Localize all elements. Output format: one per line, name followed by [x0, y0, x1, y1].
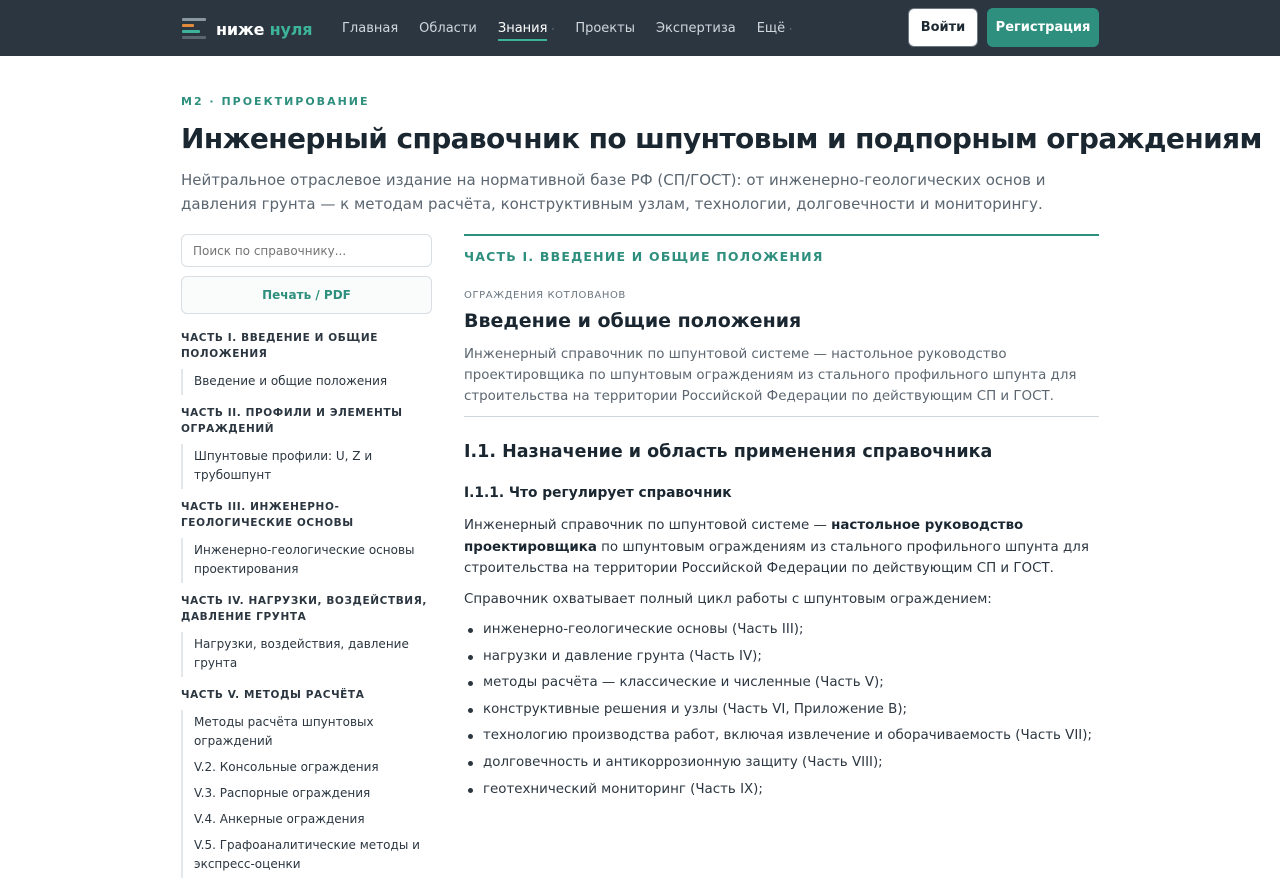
nav-item-label: Знания	[497, 20, 548, 41]
nav-item-label: Ещё	[756, 20, 786, 36]
nav-item-label: Главная	[342, 20, 399, 36]
section-lead: Инженерный справочник по шпунтовой систе…	[464, 347, 1077, 404]
list-item: конструктивные решения и узлы (Часть VI,…	[464, 697, 1099, 724]
section-kicker: ОГРАЖДЕНИЯ КОТЛОВАНОВ	[464, 290, 626, 301]
list-item: технологию производства работ, включая и…	[464, 723, 1099, 750]
toc-part-heading[interactable]: ЧАСТЬ II. ПРОФИЛИ И ЭЛЕМЕНТЫ ОГРАЖДЕНИЙ	[181, 405, 437, 437]
toc-link[interactable]: Введение и общие положения	[181, 369, 437, 395]
table-of-contents: ЧАСТЬ I. ВВЕДЕНИЕ И ОБЩИЕ ПОЛОЖЕНИЯ Введе…	[181, 330, 437, 888]
site-logo[interactable]: ниже нуля	[182, 18, 313, 40]
divider	[464, 416, 1099, 417]
logo-word-2: нуля	[269, 19, 313, 39]
coverage-list: инженерно-геологические основы (Часть II…	[464, 617, 1099, 803]
toc-link[interactable]: V.3. Распорные ограждения	[181, 781, 437, 807]
list-item: инженерно-геологические основы (Часть II…	[464, 617, 1099, 644]
nav-item-label: Проекты	[575, 20, 635, 36]
toc-link[interactable]: V.5. Графоаналитические методы и экспрес…	[181, 833, 437, 878]
print-pdf-button[interactable]: Печать / PDF	[181, 276, 432, 314]
top-navigation-bar: ниже нуля Главная Области Знания · Проекты Эк…	[0, 0, 1280, 56]
toc-part-heading[interactable]: ЧАСТЬ I. ВВЕДЕНИЕ И ОБЩИЕ ПОЛОЖЕНИЯ	[181, 330, 437, 362]
search-input[interactable]	[181, 234, 432, 267]
part-heading: ЧАСТЬ I. ВВЕДЕНИЕ И ОБЩИЕ ПОЛОЖЕНИЯ	[464, 249, 824, 264]
nav-item[interactable]: Главная	[342, 21, 398, 36]
list-item: нагрузки и давление грунта (Часть IV);	[464, 644, 1099, 671]
nav-item-label: Области	[419, 20, 477, 36]
subsubsection-heading: I.1.1. Что регулирует справочник	[464, 485, 732, 501]
main-nav: Главная Области Знания · Проекты Экспертиза Ещ…	[342, 0, 813, 56]
logo-icon	[182, 18, 206, 40]
toc-link[interactable]: V.2. Консольные ограждения	[181, 755, 437, 781]
paragraph-1-start: Инженерный справочник по шпунтовой систе…	[464, 518, 832, 533]
logo-wordmark: ниже нуля	[216, 19, 313, 39]
register-button[interactable]: Регистрация	[987, 8, 1099, 47]
list-item: геотехнический мониторинг (Часть IX);	[464, 777, 1099, 804]
list-item: методы расчёта — классические и численны…	[464, 670, 1099, 697]
toc-part-heading[interactable]: ЧАСТЬ V. МЕТОДЫ РАСЧЁТА	[181, 687, 437, 703]
nav-item-label: Экспертиза	[655, 20, 736, 36]
breadcrumb[interactable]: M2 · ПРОЕКТИРОВАНИЕ	[181, 95, 370, 108]
logo-word-1: ниже	[216, 19, 265, 39]
page-subtitle: Нейтральное отраслевое издание на нормат…	[181, 171, 1046, 213]
toc-link[interactable]: V.4. Анкерные ограждения	[181, 807, 437, 833]
nav-item[interactable]: Знания ·	[497, 20, 555, 41]
list-item: долговечность и антикоррозионную защиту …	[464, 750, 1099, 777]
login-button[interactable]: Войти	[908, 8, 978, 47]
toc-link[interactable]: Шпунтовые профили: U, Z и трубошпунт	[181, 444, 437, 489]
toc-link[interactable]: Инженерно-геологические основы проектиро…	[181, 538, 437, 583]
nav-item[interactable]: Проекты	[575, 21, 635, 36]
section-title: Введение и общие положения	[464, 310, 802, 332]
subsection-heading: I.1. Назначение и область применения спр…	[464, 442, 993, 462]
nav-item[interactable]: Ещё ·	[757, 21, 792, 36]
dropdown-indicator-icon: ·	[789, 24, 793, 35]
section-divider	[464, 234, 1099, 236]
nav-item[interactable]: Экспертиза	[656, 21, 736, 36]
nav-item[interactable]: Области	[419, 21, 477, 36]
dropdown-indicator-icon: ·	[551, 24, 555, 35]
toc-part-heading[interactable]: ЧАСТЬ IV. НАГРУЗКИ, ВОЗДЕЙСТВИЯ, ДАВЛЕНИ…	[181, 593, 437, 625]
paragraph-2: Справочник охватывает полный цикл работы…	[464, 592, 992, 607]
paragraph-1: Инженерный справочник по шпунтовой систе…	[464, 515, 1099, 580]
toc-part-heading[interactable]: ЧАСТЬ III. ИНЖЕНЕРНО-ГЕОЛОГИЧЕСКИЕ ОСНОВ…	[181, 499, 437, 531]
page-title: Инженерный справочник по шпунтовым и под…	[181, 122, 1262, 155]
toc-link[interactable]: Методы расчёта шпунтовых ограждений	[181, 710, 437, 755]
toc-link[interactable]: Нагрузки, воздействия, давление грунта	[181, 632, 437, 677]
